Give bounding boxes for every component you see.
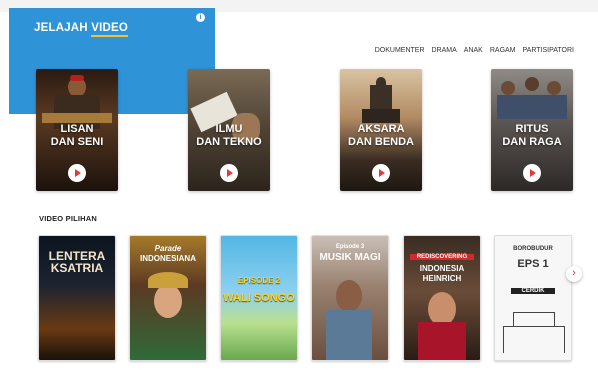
video-title-line: INDONESIA HEINRICH — [419, 264, 465, 283]
video-card-wali-songo[interactable]: EPISODE 2 WALI SONGO — [220, 235, 298, 361]
topic-label: ILMU DAN TEKNO — [196, 123, 262, 148]
video-title-line: CERDIK — [511, 288, 555, 294]
play-icon[interactable] — [220, 164, 238, 182]
carousel-next-button[interactable]: › — [566, 266, 582, 282]
topic-card-aksara[interactable]: AKSARA DAN BENDA — [340, 69, 422, 191]
info-icon[interactable]: i — [196, 13, 205, 22]
video-title-line: BOROBUDUR — [513, 246, 553, 252]
section-title: VIDEO PILIHAN — [39, 214, 98, 223]
category-nav: DOKUMENTER DRAMA ANAK RAGAM PARTISIPATOR… — [375, 47, 574, 54]
video-card-lentera-ksatria[interactable]: LENTERA KSATRIA — [38, 235, 116, 361]
play-icon[interactable] — [523, 164, 541, 182]
topic-card-ritus[interactable]: RITUS DAN RAGA — [491, 69, 573, 191]
nav-dokumenter[interactable]: DOKUMENTER — [375, 47, 425, 54]
topic-label: RITUS DAN RAGA — [502, 123, 562, 148]
nav-anak[interactable]: ANAK — [464, 47, 483, 54]
play-icon[interactable] — [372, 164, 390, 182]
topic-card-ilmu[interactable]: ILMU DAN TEKNO — [188, 69, 270, 191]
title-highlight: VIDEO — [91, 22, 128, 37]
topic-label: AKSARA DAN BENDA — [348, 123, 414, 148]
video-title-line: REDISCOVERING — [410, 254, 474, 260]
video-title-line: MUSIK MAGI — [319, 252, 381, 263]
page-title: JELAJAH VIDEO — [34, 22, 128, 37]
video-title-line: Episode 3 — [335, 244, 365, 250]
carousel-prev-button[interactable]: ‹ — [34, 266, 44, 282]
video-title-line: EPISODE 2 — [237, 276, 281, 285]
video-title-line: INDONESIANA — [139, 254, 196, 263]
nav-partisipatori[interactable]: PARTISIPATORI — [523, 47, 574, 54]
nav-ragam[interactable]: RAGAM — [490, 47, 516, 54]
nav-drama[interactable]: DRAMA — [432, 47, 457, 54]
video-card-parade-indonesiana[interactable]: Parade INDONESIANA — [129, 235, 207, 361]
video-card-musik-magi[interactable]: Episode 3 MUSIK MAGI — [311, 235, 389, 361]
video-title-line: KSATRIA — [50, 261, 104, 275]
video-title-line: Parade — [154, 244, 182, 253]
video-thumbnail — [495, 236, 571, 360]
video-card-borobudur[interactable]: BOROBUDUR EPS 1 CERDIK — [494, 235, 572, 361]
play-icon[interactable] — [68, 164, 86, 182]
video-card-heinrich[interactable]: REDISCOVERING INDONESIA HEINRICH — [403, 235, 481, 361]
topic-label: LISAN DAN SENI — [50, 123, 104, 148]
video-title-line: WALI SONGO — [223, 292, 295, 304]
title-prefix: JELAJAH — [34, 22, 92, 34]
topic-card-lisan[interactable]: LISAN DAN SENI — [36, 69, 118, 191]
video-title-line: EPS 1 — [517, 258, 549, 270]
